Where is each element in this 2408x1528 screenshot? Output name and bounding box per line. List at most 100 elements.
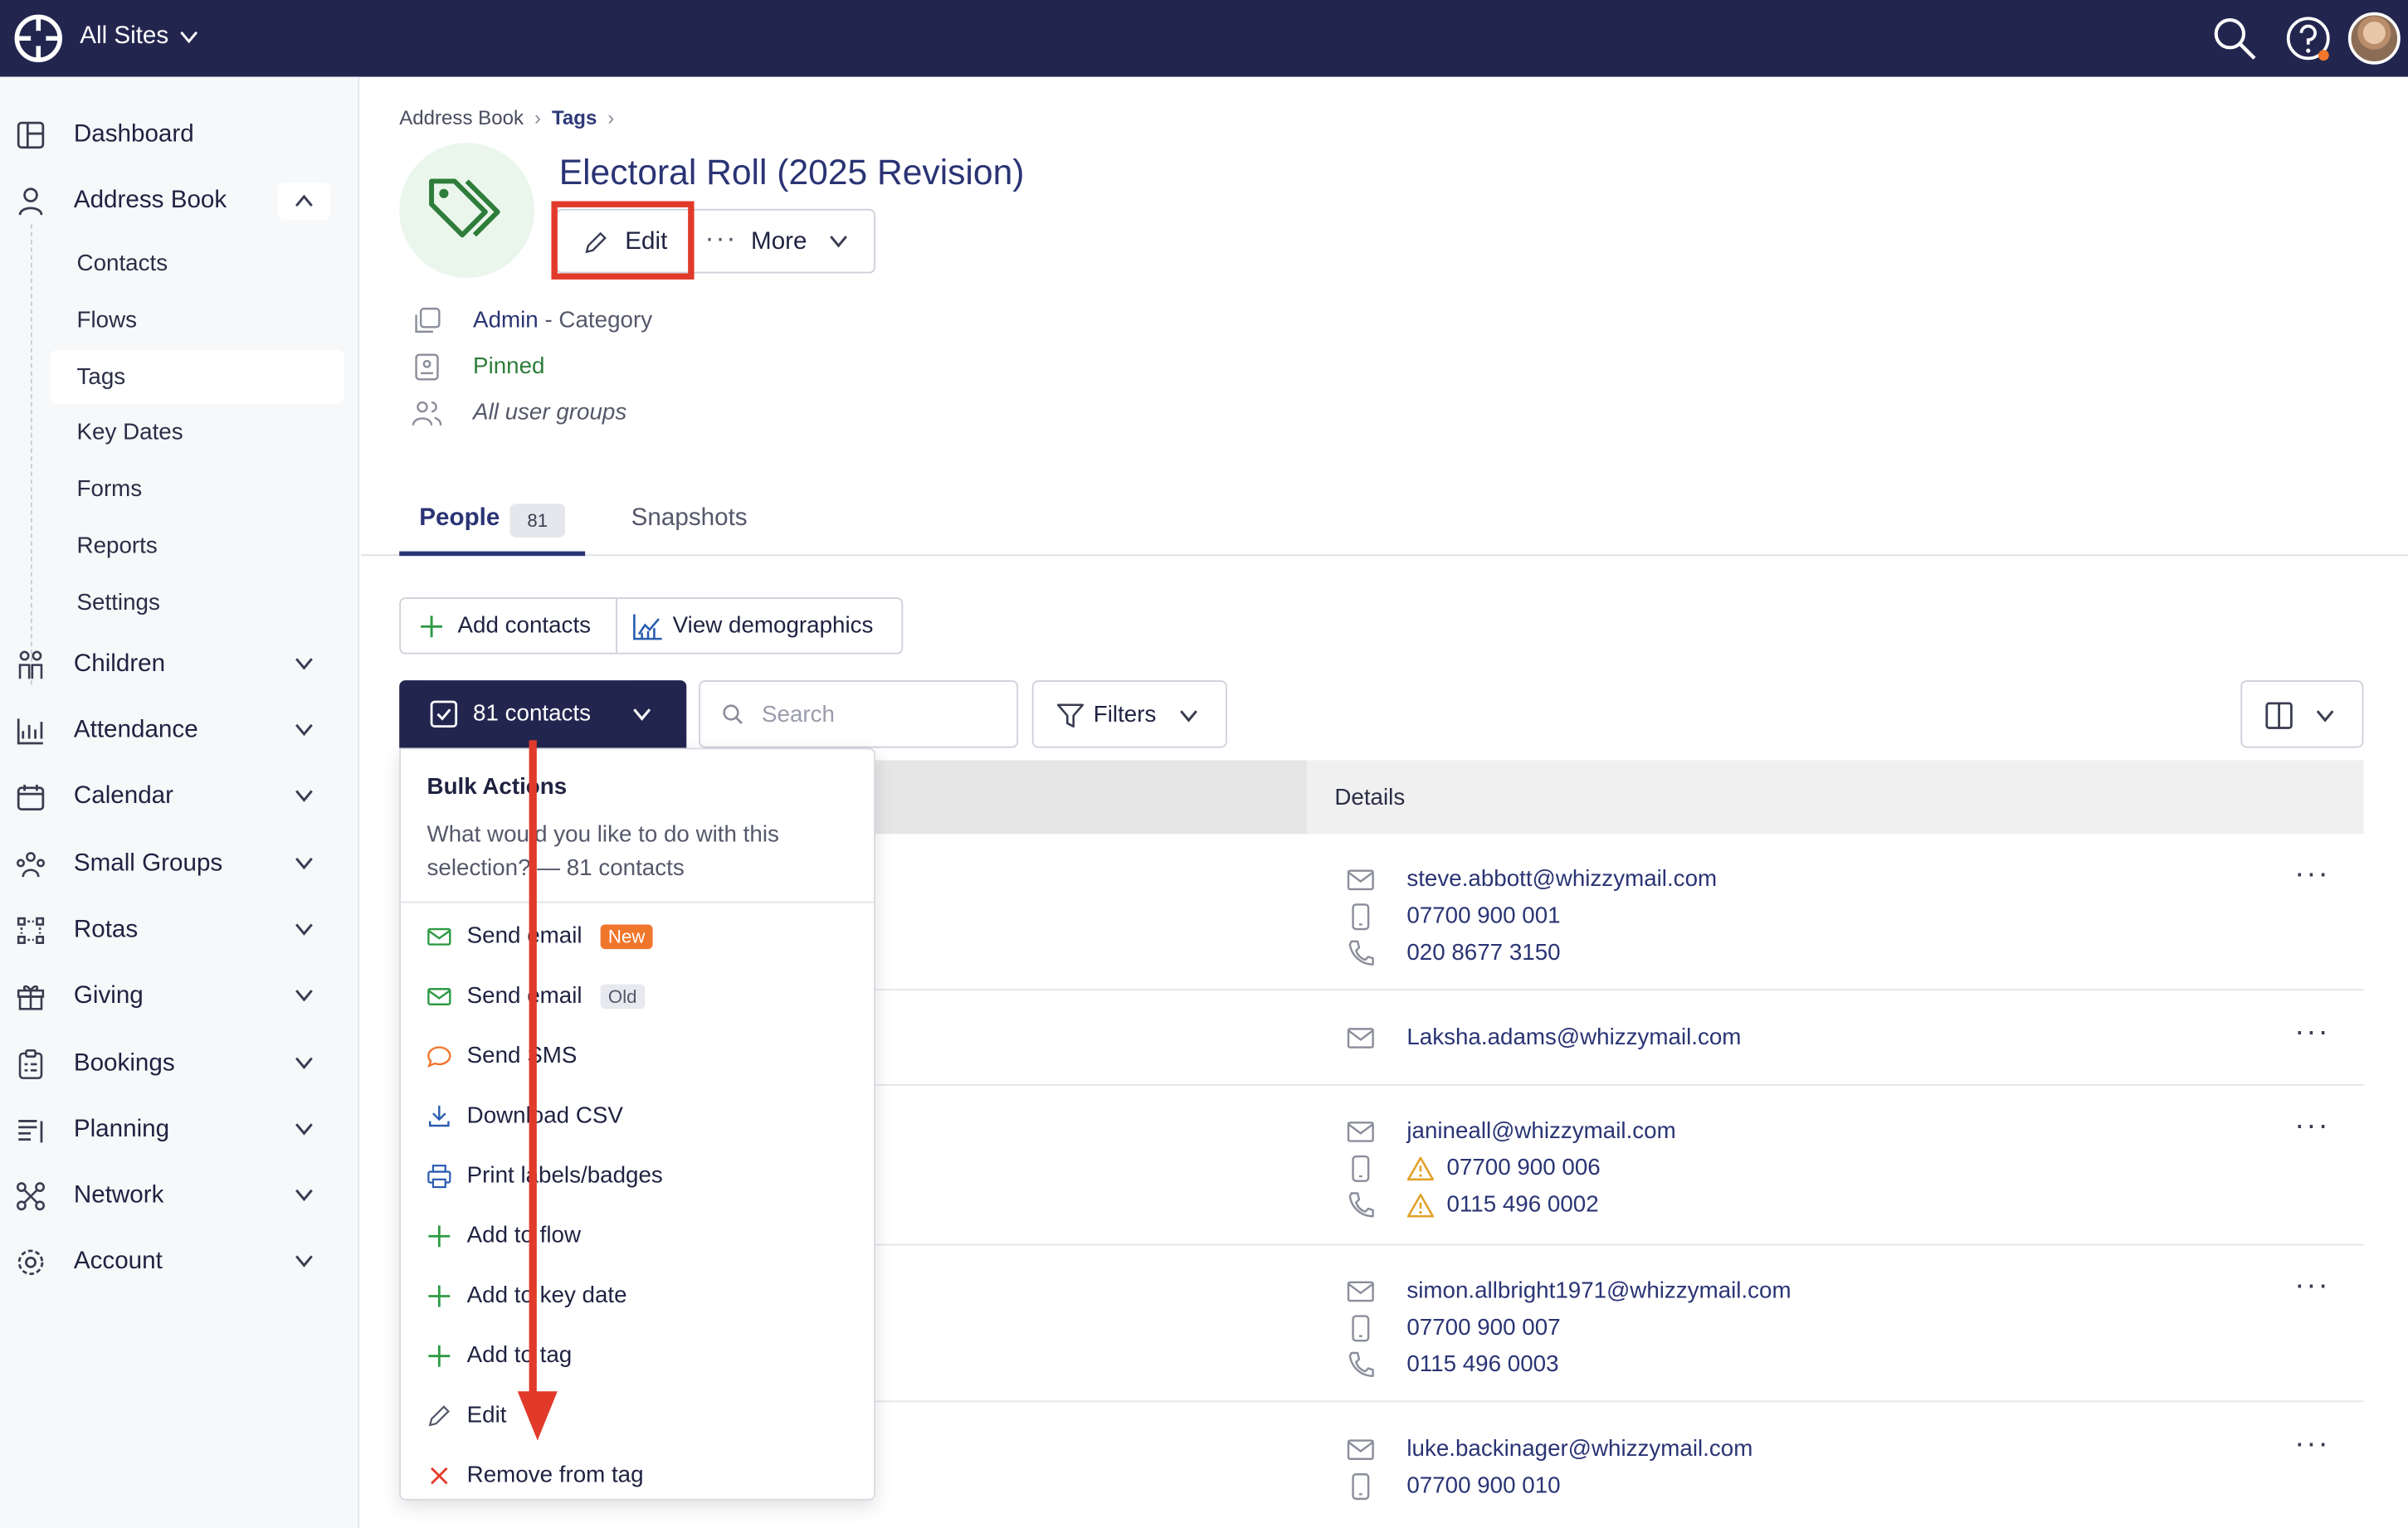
filters-label: Filters: [1093, 702, 1157, 728]
tag-avatar: [399, 143, 535, 279]
row-actions-ellipsis-icon[interactable]: ···: [2294, 1015, 2330, 1051]
site-selector-label[interactable]: All Sites: [80, 23, 168, 51]
add-contacts-button[interactable]: Add contacts: [401, 599, 616, 653]
menu-item-send-sms[interactable]: Send SMS: [401, 1026, 874, 1082]
menu-item-add-to-key-date[interactable]: Add to key date: [401, 1265, 874, 1321]
contact-email-link[interactable]: simon.allbright1971@whizzymail.com: [1406, 1277, 1791, 1303]
menu-item-add-to-flow[interactable]: Add to flow: [401, 1205, 874, 1261]
sidebar-subitem-key-dates[interactable]: Key Dates: [51, 406, 344, 460]
sidebar-item-small-groups[interactable]: Small Groups: [0, 837, 359, 893]
sidebar-subitem-contacts[interactable]: Contacts: [51, 236, 344, 290]
contact-phone-link[interactable]: 0115 496 0002: [1446, 1192, 1598, 1218]
menu-item-send-email-new[interactable]: Send email New: [401, 906, 874, 961]
sidebar-item-children[interactable]: Children: [0, 637, 359, 693]
mobile-icon: [1352, 1315, 1370, 1342]
subitem-label: Contacts: [76, 250, 168, 277]
menu-item-remove-from-tag[interactable]: Remove from tag: [401, 1445, 874, 1501]
sidebar-item-rotas[interactable]: Rotas: [0, 903, 359, 959]
sidebar-item-bookings[interactable]: Bookings: [0, 1037, 359, 1092]
tab-people[interactable]: People 81: [399, 501, 586, 557]
sidebar-item-attendance[interactable]: Attendance: [0, 703, 359, 759]
sidebar-subitem-settings[interactable]: Settings: [51, 576, 344, 630]
menu-item-label: Remove from tag: [466, 1462, 644, 1488]
search-icon[interactable]: [2211, 16, 2258, 62]
ellipsis-icon: ···: [704, 222, 738, 254]
collapse-button[interactable]: [277, 182, 330, 220]
chevron-down-icon: [295, 1057, 313, 1069]
contact-email-link[interactable]: luke.backinager@whizzymail.com: [1406, 1436, 1752, 1462]
plus-icon: [421, 616, 443, 638]
annotation-arrow: [517, 740, 558, 1441]
people-count-badge: 81: [509, 504, 566, 538]
sidebar-item-label: Rotas: [73, 917, 139, 943]
rotas-icon: [17, 917, 45, 944]
row-actions-ellipsis-icon[interactable]: ···: [2294, 1109, 2330, 1145]
user-avatar[interactable]: [2347, 12, 2401, 65]
person-icon: [18, 187, 43, 216]
row-divider: [875, 1243, 2364, 1246]
contact-email-link[interactable]: janineall@whizzymail.com: [1406, 1118, 1675, 1144]
contact-email-link[interactable]: Laksha.adams@whizzymail.com: [1406, 1024, 1741, 1050]
more-label: More: [751, 228, 807, 255]
phone-icon: [1348, 1351, 1374, 1377]
chart-icon: [17, 718, 43, 745]
contact-mobile-link[interactable]: 07700 900 007: [1406, 1315, 1560, 1341]
menu-item-send-email-old[interactable]: Send email Old: [401, 966, 874, 1021]
sidebar: Dashboard Address Book Contacts Flows Ta…: [0, 76, 360, 1528]
tab-snapshots[interactable]: Snapshots: [631, 505, 748, 533]
filters-button[interactable]: Filters: [1031, 680, 1227, 748]
add-contacts-label: Add contacts: [457, 612, 592, 640]
row-actions-ellipsis-icon[interactable]: ···: [2294, 857, 2330, 893]
sidebar-item-label: Dashboard: [73, 121, 194, 148]
contact-phone-link[interactable]: 0115 496 0003: [1406, 1351, 1558, 1377]
menu-item-print-labels[interactable]: Print labels/badges: [401, 1146, 874, 1201]
sidebar-item-planning[interactable]: Planning: [0, 1102, 359, 1158]
mobile-icon: [1352, 1155, 1370, 1182]
sidebar-subitem-forms[interactable]: Forms: [51, 462, 344, 516]
app-logo-icon[interactable]: [14, 14, 63, 63]
sidebar-item-dashboard[interactable]: Dashboard: [0, 108, 359, 163]
search-input[interactable]: [761, 697, 1008, 732]
sidebar-item-calendar[interactable]: Calendar: [0, 770, 359, 825]
sidebar-item-account[interactable]: Account: [0, 1234, 359, 1290]
breadcrumb-current[interactable]: Tags: [552, 106, 597, 129]
chevron-down-icon: [295, 723, 313, 737]
help-icon[interactable]: [2285, 16, 2332, 62]
sidebar-item-label: Network: [73, 1182, 164, 1209]
menu-item-add-to-tag[interactable]: Add to tag: [401, 1326, 874, 1381]
subitem-label: Flows: [76, 307, 138, 333]
subitem-label: Tags: [76, 363, 126, 391]
sidebar-item-address-book[interactable]: Address Book: [0, 173, 359, 229]
contact-mobile-link[interactable]: 07700 900 010: [1406, 1472, 1560, 1498]
sidebar-item-label: Planning: [73, 1116, 170, 1143]
sidebar-item-label: Account: [73, 1248, 163, 1275]
chevron-down-icon[interactable]: [178, 26, 200, 47]
category-owner-link[interactable]: Admin: [473, 307, 539, 333]
phone-icon: [1348, 940, 1374, 966]
menu-item-download-csv[interactable]: Download CSV: [401, 1086, 874, 1141]
row-actions-ellipsis-icon[interactable]: ···: [2294, 1427, 2330, 1462]
gear-icon: [17, 1249, 44, 1276]
category-suffix: - Category: [538, 307, 653, 333]
contact-mobile-link[interactable]: 07700 900 001: [1406, 903, 1560, 929]
pinned-status: Pinned: [473, 353, 545, 380]
sidebar-subitem-tags[interactable]: Tags: [51, 350, 344, 404]
sidebar-subitem-flows[interactable]: Flows: [51, 294, 344, 348]
checkbox-checked-icon: [430, 700, 458, 728]
row-divider: [875, 989, 2364, 991]
download-icon: [429, 1105, 450, 1127]
dashboard-icon: [17, 121, 45, 149]
sidebar-item-giving[interactable]: Giving: [0, 969, 359, 1024]
row-actions-ellipsis-icon[interactable]: ···: [2294, 1268, 2330, 1304]
contact-mobile-link[interactable]: 07700 900 006: [1446, 1155, 1600, 1180]
contact-phone-link[interactable]: 020 8677 3150: [1406, 940, 1560, 966]
sidebar-item-network[interactable]: Network: [0, 1169, 359, 1224]
menu-divider: [401, 901, 875, 903]
column-layout-button[interactable]: [2240, 680, 2364, 748]
breadcrumb-parent[interactable]: Address Book: [399, 106, 524, 129]
sidebar-subitem-reports[interactable]: Reports: [51, 519, 344, 573]
contact-email-link[interactable]: steve.abbott@whizzymail.com: [1406, 866, 1717, 892]
sidebar-item-label: Giving: [73, 982, 144, 1010]
menu-item-edit[interactable]: Edit: [401, 1385, 874, 1441]
view-demographics-button[interactable]: View demographics: [617, 599, 903, 653]
